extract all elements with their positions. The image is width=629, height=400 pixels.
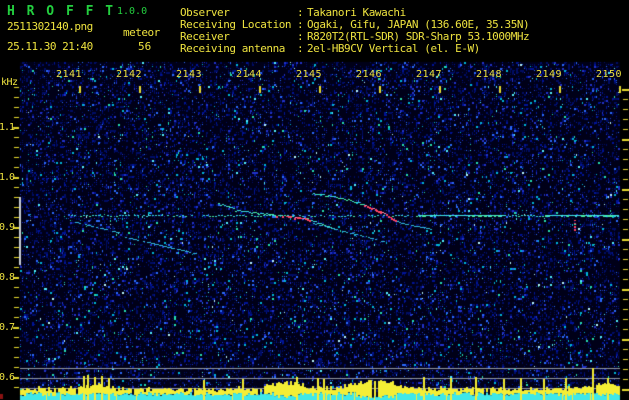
time-tick-label: 2148 — [475, 69, 503, 80]
time-tick-label: 2147 — [415, 69, 443, 80]
record-datetime: 25.11.30 21:40 — [7, 40, 93, 53]
time-tick-label: 2146 — [355, 69, 383, 80]
time-tick-label: 2142 — [115, 69, 143, 80]
info-value: 2el-HB9CV Vertical (el. E-W) — [307, 42, 480, 55]
time-tick-label: 2149 — [535, 69, 563, 80]
freq-tick-label: 1.0 — [0, 172, 15, 183]
hrofft-window: H R O F F T 1.0.0 2511302140.png meteor … — [0, 0, 629, 400]
khz-unit-label: kHz — [1, 77, 18, 88]
freq-tick-label: 0.9 — [0, 222, 15, 233]
meteor-count: 56 — [138, 40, 152, 53]
time-tick-label: 2145 — [295, 69, 323, 80]
time-tick-label: 2144 — [235, 69, 263, 80]
freq-tick-label: 0.7 — [0, 322, 15, 333]
info-label: Receiving antenna — [180, 42, 285, 55]
freq-tick-label: 0.6 — [0, 372, 15, 383]
time-tick-label: 2143 — [175, 69, 203, 80]
output-filename: 2511302140.png — [7, 20, 93, 33]
mode-label: meteor — [123, 26, 160, 39]
freq-tick-label: 0.8 — [0, 272, 15, 283]
app-title: H R O F F T — [7, 4, 116, 19]
app-version: 1.0.0 — [117, 6, 148, 17]
time-tick-label: 2150 — [595, 69, 623, 80]
time-tick-label: 2141 — [55, 69, 83, 80]
freq-tick-label: 1.1 — [0, 122, 15, 133]
info-row-antenna: Receiving antenna : 2el-HB9CV Vertical (… — [180, 42, 480, 55]
spectrogram-canvas — [0, 0, 629, 400]
info-colon: : — [297, 42, 304, 55]
